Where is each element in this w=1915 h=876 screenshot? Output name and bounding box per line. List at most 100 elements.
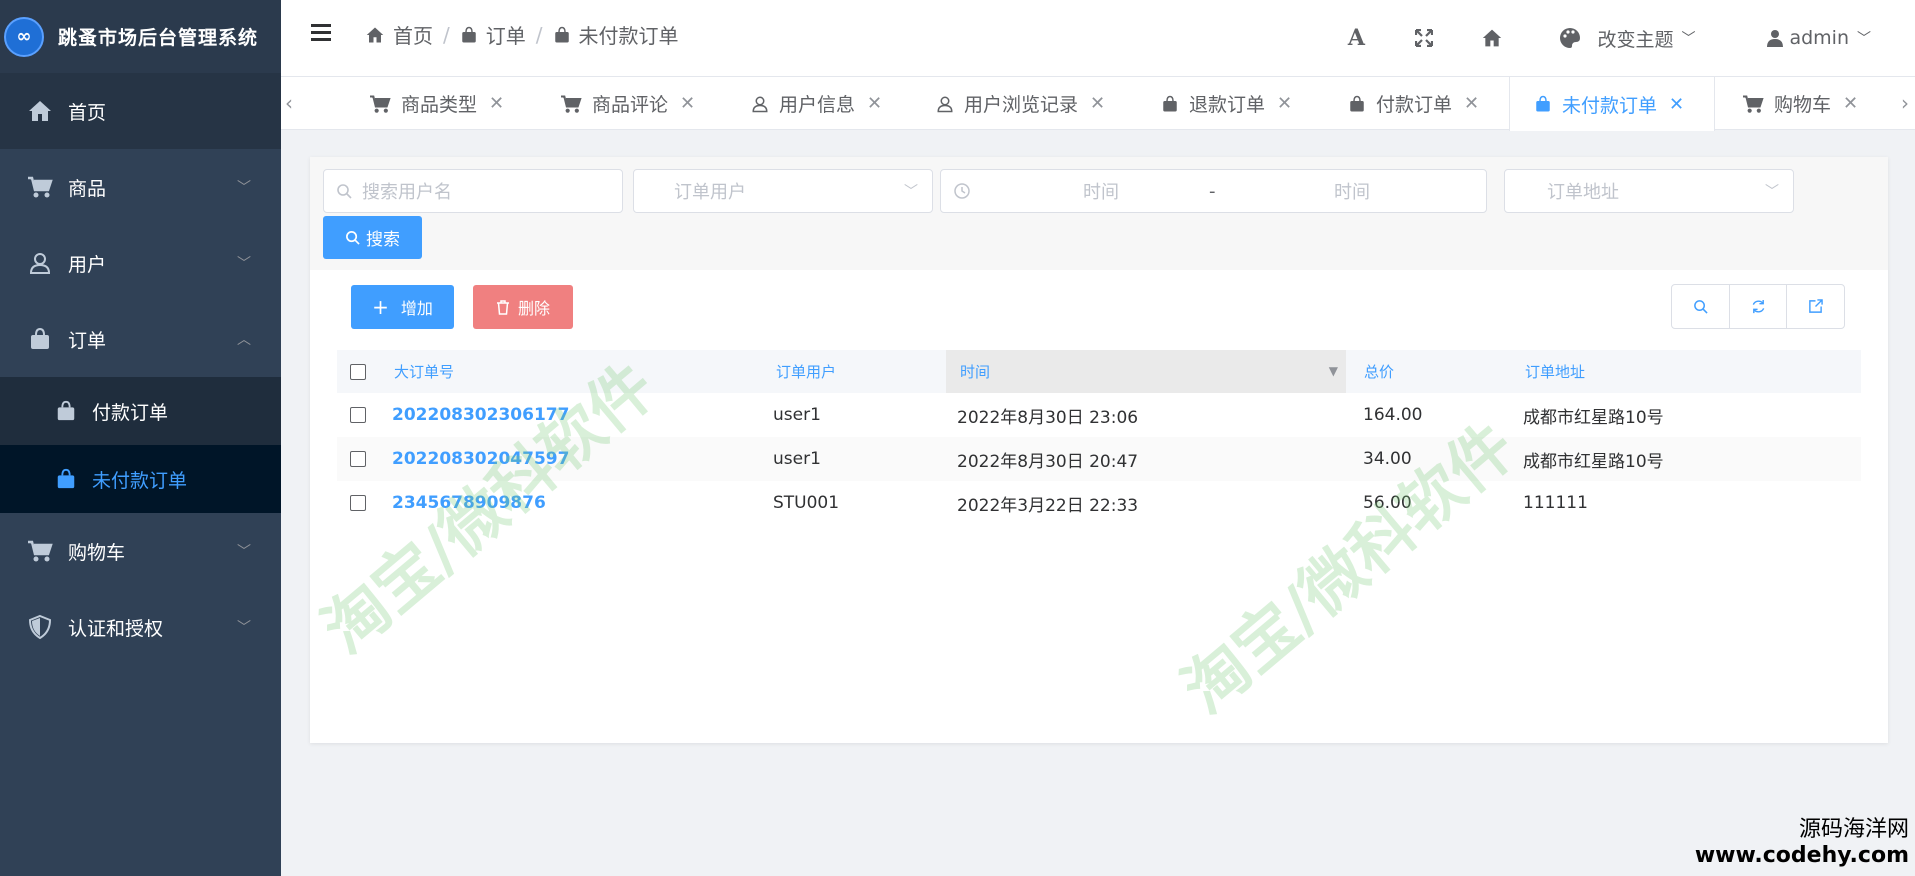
hamburger-icon[interactable]: [311, 24, 331, 42]
tab-paid-orders[interactable]: 付款订单 ✕: [1348, 77, 1479, 130]
tab-user-browse[interactable]: 用户浏览记录 ✕: [936, 77, 1105, 130]
breadcrumb-item-orders[interactable]: 订单: [460, 20, 526, 49]
sidebar-item-home[interactable]: 首页: [0, 73, 281, 149]
row-checkbox[interactable]: [350, 407, 366, 423]
order-address-select[interactable]: 订单地址 ﹀: [1504, 169, 1794, 213]
column-header[interactable]: 订单地址: [1525, 350, 1585, 393]
order-no-cell[interactable]: 2345678909876: [392, 481, 546, 525]
tab-unpaid-orders[interactable]: 未付款订单 ✕: [1509, 77, 1715, 131]
brand-watermark: 源码海洋网 www.codehy.com: [1695, 811, 1909, 868]
trash-icon: [496, 299, 509, 315]
time-range-picker[interactable]: 时间 - 时间: [940, 169, 1487, 213]
tab-goods-comment[interactable]: 商品评论 ✕: [560, 77, 695, 130]
breadcrumb-item-home[interactable]: 首页: [365, 20, 433, 49]
chevron-down-icon: ﹀: [1681, 31, 1696, 47]
search-button[interactable]: 搜索: [323, 216, 422, 259]
tab-goods-type[interactable]: 商品类型 ✕: [369, 77, 504, 130]
breadcrumb-label: 未付款订单: [578, 24, 679, 48]
sidebar-item-paid-orders[interactable]: 付款订单: [0, 377, 281, 445]
tab-refund-orders[interactable]: 退款订单 ✕: [1161, 77, 1292, 130]
user-icon: [1767, 30, 1784, 47]
export-button[interactable]: [1787, 285, 1844, 328]
brand-watermark-url: www.codehy.com: [1694, 843, 1909, 868]
sidebar-item-goods[interactable]: 商品 ﹀: [0, 149, 281, 225]
order-user-select[interactable]: 订单用户 ﹀: [633, 169, 933, 213]
sort-desc-icon[interactable]: ▼: [1329, 364, 1338, 378]
sidebar-item-cart[interactable]: 购物车 ﹀: [0, 513, 281, 589]
column-header[interactable]: 大订单号: [394, 350, 454, 393]
user-icon: [752, 96, 768, 112]
close-icon[interactable]: ✕: [1277, 93, 1292, 114]
logo-icon: ∞: [4, 16, 44, 57]
time-start-placeholder: 时间: [1083, 182, 1119, 203]
breadcrumb-label: 首页: [393, 24, 433, 48]
search-toggle-button[interactable]: [1672, 285, 1730, 328]
column-header-time[interactable]: 时间 ▼: [946, 350, 1346, 393]
refresh-icon: [1752, 299, 1764, 314]
add-button[interactable]: + 增加: [351, 285, 454, 329]
close-icon[interactable]: ✕: [1843, 93, 1858, 114]
sidebar-item-label: 购物车: [68, 541, 126, 564]
chevron-down-icon: ﹀: [1857, 31, 1871, 47]
user-menu[interactable]: admin ﹀: [1767, 27, 1871, 49]
chevron-right-icon[interactable]: ›: [1901, 91, 1909, 115]
close-icon[interactable]: ✕: [489, 93, 504, 114]
column-header[interactable]: 订单用户: [776, 350, 836, 393]
column-header[interactable]: 总价: [1364, 350, 1394, 393]
close-icon[interactable]: ✕: [1464, 93, 1479, 114]
add-button-label: 增加: [400, 299, 433, 318]
user-name: admin: [1789, 27, 1849, 49]
export-icon: [1809, 299, 1823, 313]
close-icon[interactable]: ✕: [680, 93, 695, 114]
delete-button[interactable]: 删除: [473, 285, 573, 329]
orders-table: 大订单号 订单用户 时间 ▼ 总价 订单地址 202208302306177 u…: [337, 350, 1861, 525]
row-checkbox[interactable]: [350, 451, 366, 467]
order-address-cell: 成都市红星路10号: [1523, 451, 1664, 472]
breadcrumb-item-unpaid: 未付款订单: [553, 20, 679, 49]
close-icon[interactable]: ✕: [867, 93, 882, 114]
app-title: 跳蚤市场后台管理系统: [58, 27, 259, 49]
tab-label: 购物车: [1774, 94, 1832, 116]
cart-icon: [561, 94, 582, 113]
row-checkbox[interactable]: [350, 495, 366, 511]
palette-icon: [1560, 28, 1581, 48]
fullscreen-icon[interactable]: [1399, 29, 1449, 47]
table-row[interactable]: 2345678909876 STU001 2022年3月22日 22:33 56…: [337, 481, 1861, 525]
sidebar-item-auth[interactable]: 认证和授权 ﹀: [0, 589, 281, 665]
sidebar-item-label: 商品: [68, 177, 107, 200]
tab-bar: ‹ 商品类型 ✕ 商品评论 ✕ 用户信息 ✕ 用户浏览记录 ✕ 退款订单 ✕ 付…: [281, 76, 1915, 131]
close-icon[interactable]: ✕: [1669, 94, 1684, 115]
placeholder: 订单地址: [1547, 182, 1619, 203]
order-no-cell[interactable]: 202208302306177: [392, 393, 569, 437]
chevron-down-icon: ﹀: [904, 184, 918, 200]
tab-cart[interactable]: 购物车 ✕: [1742, 77, 1858, 130]
sidebar-item-users[interactable]: 用户 ﹀: [0, 225, 281, 301]
theme-switcher[interactable]: 改变主题 ﹀: [1559, 25, 1695, 52]
tab-label: 商品类型: [401, 94, 478, 116]
search-icon: [346, 231, 360, 245]
order-total-cell: 34.00: [1363, 449, 1412, 469]
select-all-checkbox[interactable]: [350, 363, 366, 380]
cart-icon: [26, 537, 54, 565]
sidebar-item-orders[interactable]: 订单 ︿: [0, 301, 281, 377]
refresh-button[interactable]: [1730, 285, 1788, 328]
sidebar: ∞ 跳蚤市场后台管理系统 首页 商品 ﹀ 用户 ﹀ 订单 ︿ 付款订单 未付款订…: [0, 0, 281, 876]
sidebar-item-unpaid-orders[interactable]: 未付款订单: [0, 445, 281, 513]
time-end-placeholder: 时间: [1334, 182, 1370, 203]
table-row[interactable]: 202208302306177 user1 2022年8月30日 23:06 1…: [337, 393, 1861, 437]
font-size-icon[interactable]: A: [1331, 25, 1381, 51]
table-row[interactable]: 202208302047597 user1 2022年8月30日 20:47 3…: [337, 437, 1861, 481]
tab-label: 用户信息: [779, 94, 856, 116]
home-icon[interactable]: [1467, 28, 1517, 48]
search-username-input[interactable]: 搜索用户名: [323, 169, 623, 213]
order-no-cell[interactable]: 202208302047597: [392, 437, 569, 481]
cart-icon: [370, 94, 391, 113]
order-time-cell: 2022年8月30日 23:06: [957, 407, 1139, 428]
tab-label: 未付款订单: [1562, 94, 1658, 117]
order-user-cell: STU001: [773, 493, 840, 513]
chevron-down-icon: ﹀: [237, 256, 251, 272]
close-icon[interactable]: ✕: [1090, 93, 1105, 114]
cart-icon: [26, 173, 54, 201]
tab-user-info[interactable]: 用户信息 ✕: [751, 77, 882, 130]
chevron-left-icon[interactable]: ‹: [285, 91, 293, 115]
